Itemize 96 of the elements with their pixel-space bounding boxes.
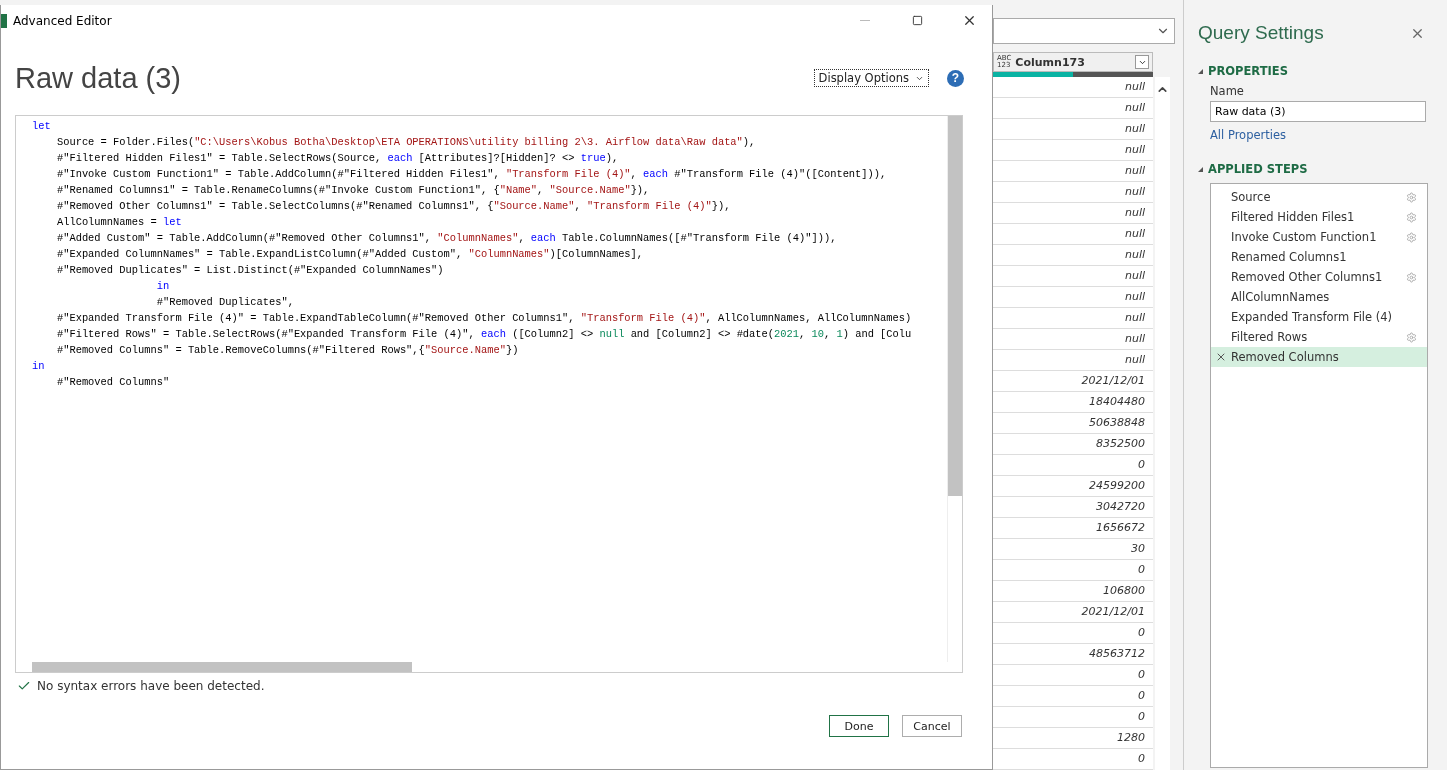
step-item[interactable]: Invoke Custom Function1 (1211, 227, 1427, 247)
cancel-button[interactable]: Cancel (902, 715, 962, 737)
table-cell: null (993, 140, 1153, 161)
help-button[interactable]: ? (947, 69, 964, 87)
field-label: Name (1210, 84, 1245, 98)
delete-icon[interactable] (1215, 351, 1227, 363)
gear-icon[interactable] (1406, 191, 1417, 203)
code-line: #"Added Custom" = Table.AddColumn(#"Removed Other Columns1", "ColumnNames", each Table.ColumnNames([#"Transform File (4)"])), (55, 231, 838, 246)
table-cell: 2021/12/01 (993, 602, 1153, 623)
code-line: #"Removed Other Columns1" = Table.SelectColumns(#"Renamed Columns1", {"Source.Name", "Transform File (4)"}), (55, 199, 732, 214)
step-label: AllColumnNames (1231, 290, 1331, 304)
vertical-scrollbar[interactable] (947, 116, 962, 662)
display-options-button[interactable]: Display Options (813, 69, 929, 87)
table-cell: null (993, 266, 1153, 287)
step-item[interactable]: Filtered Rows (1211, 327, 1427, 347)
table-cell: null (993, 77, 1153, 98)
table-cell: 0 (993, 686, 1153, 707)
table-cell: 1280 (993, 728, 1153, 749)
table-cell: 3042720 (993, 497, 1153, 518)
syntax-status: No syntax errors have been detected. (37, 679, 265, 693)
code-line: #"Removed Duplicates", (155, 295, 295, 310)
table-cell: 0 (993, 455, 1153, 476)
step-item[interactable]: Removed Columns (1211, 347, 1427, 367)
all-properties-link[interactable]: All Properties (1210, 128, 1447, 142)
app-icon (1, 13, 7, 28)
step-label: Renamed Columns1 (1231, 250, 1348, 264)
step-item[interactable]: Renamed Columns1 (1211, 247, 1427, 267)
step-label: Expanded Transform File (4) (1231, 310, 1394, 324)
gear-icon[interactable] (1406, 271, 1417, 283)
step-label: Invoke Custom Function1 (1231, 230, 1378, 244)
check-icon (17, 679, 31, 693)
step-label: Source (1231, 190, 1272, 204)
step-item[interactable]: Expanded Transform File (4) (1211, 307, 1427, 327)
panel-title: Query Settings (1198, 22, 1324, 44)
code-line: #"Removed Columns" = Table.RemoveColumns(#"Filtered Rows",{"Source.Name"}) (55, 343, 520, 358)
step-label: Filtered Rows (1231, 330, 1309, 344)
table-cell: 0 (993, 665, 1153, 686)
table-cell: null (993, 287, 1153, 308)
query-title: Raw data (3) (15, 61, 182, 95)
code-line: #"Invoke Custom Function1" = Table.AddColumn(#"Filtered Hidden Files1", "Transform File (4)", each #"Transform File (4)"([Content])), (55, 167, 888, 182)
table-cell: 1656672 (993, 518, 1153, 539)
code-line: #"Expanded Transform File (4)" = Table.ExpandTableColumn(#"Removed Other Columns1", "Transform File (4)", AllColumnNames, AllColumnNames) (55, 311, 913, 326)
code-line: #"Filtered Hidden Files1" = Table.SelectRows(Source, each [Attributes]?[Hidden]? <> true), (55, 151, 620, 166)
table-cell: 0 (993, 560, 1153, 581)
vertical-scrollbar[interactable] (1155, 77, 1170, 770)
table-cell: 106800 (993, 581, 1153, 602)
gear-icon[interactable] (1406, 211, 1417, 223)
table-cell: 0 (993, 623, 1153, 644)
window-title: Advanced Editor (13, 13, 113, 28)
code-line: #"Removed Columns" (55, 375, 171, 390)
code-line: #"Filtered Rows" = Table.SelectRows(#"Expanded Transform File (4)", each ([Column2] <> null and [Column2] <> #date(2021, 10, 1) and [Colu (55, 327, 913, 342)
table-cell: null (993, 308, 1153, 329)
done-button[interactable]: Done (829, 715, 889, 737)
table-cell: null (993, 119, 1153, 140)
code-line: #"Renamed Columns1" = Table.RenameColumns(#"Invoke Custom Function1", {"Name", "Source.Name"}), (55, 183, 651, 198)
maximize-icon (911, 15, 923, 26)
code-line: Source = Folder.Files("C:\Users\Kobus Botha\Desktop\ETA OPERATIONS\utility billing 2\3. Airflow data\Raw data"), (55, 135, 757, 150)
code-editor[interactable] (15, 115, 963, 673)
code-line: in (32, 359, 46, 374)
table-cell: null (993, 245, 1153, 266)
table-cell: null (993, 203, 1153, 224)
table-cell: 50638848 (993, 413, 1153, 434)
table-cell: 0 (993, 749, 1153, 770)
table-cell: 30 (993, 539, 1153, 560)
table-cell: 18404480 (993, 392, 1153, 413)
section-header[interactable]: APPLIED STEPS (1198, 162, 1447, 176)
table-cell: null (993, 182, 1153, 203)
step-item[interactable]: Source (1211, 187, 1427, 207)
table-cell: null (993, 98, 1153, 119)
step-label: Removed Other Columns1 (1231, 270, 1384, 284)
table-cell: 0 (993, 707, 1153, 728)
code-line: #"Expanded ColumnNames" = Table.ExpandListColumn(#"Added Custom", "ColumnNames")[ColumnNames], (55, 247, 645, 262)
step-item[interactable]: Removed Other Columns1 (1211, 267, 1427, 287)
step-item[interactable]: Filtered Hidden Files1 (1211, 207, 1427, 227)
name-field[interactable]: Raw data (3) (1210, 101, 1426, 122)
code-line: let (32, 119, 52, 134)
table-cell: null (993, 224, 1153, 245)
table-cell: 2021/12/01 (993, 371, 1153, 392)
code-line: #"Removed Duplicates" = List.Distinct(#"Expanded ColumnNames") (55, 263, 445, 278)
code-line: in (155, 279, 171, 294)
step-label: Removed Columns (1231, 350, 1340, 364)
section-header[interactable]: PROPERTIES (1198, 64, 1447, 78)
column-name: Column173 (1015, 55, 1086, 69)
table-cell: 8352500 (993, 434, 1153, 455)
minimize-icon (860, 20, 870, 21)
table-cell: null (993, 350, 1153, 371)
step-label: Filtered Hidden Files1 (1231, 210, 1356, 224)
code-line: AllColumnNames = let (55, 215, 183, 230)
gear-icon[interactable] (1406, 231, 1417, 243)
table-cell: 48563712 (993, 644, 1153, 665)
gear-icon[interactable] (1406, 331, 1417, 343)
step-item[interactable]: AllColumnNames (1211, 287, 1427, 307)
table-cell: null (993, 329, 1153, 350)
filter-dropdown-button[interactable] (1135, 55, 1149, 69)
table-cell: 24599200 (993, 476, 1153, 497)
table-cell: null (993, 161, 1153, 182)
